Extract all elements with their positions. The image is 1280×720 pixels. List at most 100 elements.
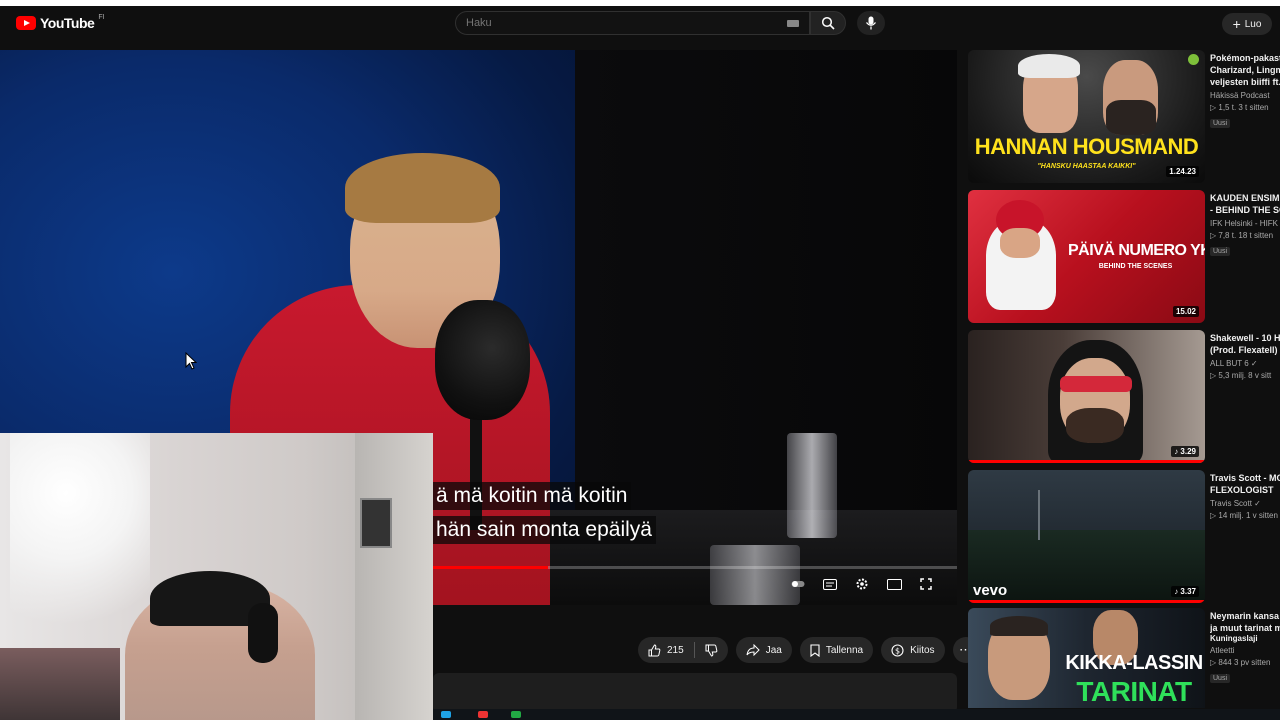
recommendation-channel[interactable]: ALL BUT 6 ✓	[1210, 359, 1280, 368]
thumbs-down-icon	[705, 644, 718, 657]
recommendation-title-line: FLEXOLOGIST	[1210, 485, 1274, 495]
autoplay-toggle-icon[interactable]	[790, 576, 806, 592]
theater-mode-icon[interactable]	[886, 576, 902, 592]
recommendation-title-line: ja muut tarinat m	[1210, 623, 1280, 633]
recommendation-item[interactable]: PÄIVÄ NUMERO YKSI BEHIND THE SCENES 15.0…	[968, 190, 1280, 323]
video-mic-arm	[470, 410, 482, 530]
recommendation-thumbnail[interactable]: ♪ 3.29	[968, 330, 1205, 463]
youtube-play-icon	[16, 16, 36, 30]
subtitle-line-1: ä mä koitin mä koitin	[432, 482, 632, 510]
logo-region: FI	[98, 13, 105, 21]
like-dislike-group: 215	[638, 637, 728, 663]
video-glass	[787, 433, 837, 538]
recommendation-thumbnail[interactable]: vevo ♪ 3.37	[968, 470, 1205, 603]
recommendation-title-line: Neymarin kansa	[1210, 611, 1280, 621]
recommendation-channel[interactable]: Häkissä Podcast	[1210, 91, 1280, 100]
settings-gear-icon[interactable]	[854, 576, 870, 592]
keyboard-icon[interactable]	[787, 20, 799, 27]
webcam-overlay	[0, 433, 433, 720]
dislike-button[interactable]	[695, 637, 728, 663]
recommendation-meta: Pokémon-pakast Charizard, Lingm veljeste…	[1210, 52, 1280, 130]
webcam-cabinet	[355, 433, 433, 720]
recommendation-stats: ▷ 844 3 pv sitten	[1210, 658, 1271, 667]
webcam-headset	[248, 603, 278, 663]
video-duration: ♪ 3.29	[1171, 446, 1199, 457]
video-duration: 15.02	[1172, 306, 1199, 317]
video-person-hair	[345, 153, 500, 223]
recommendation-channel[interactable]: IFK Helsinki - HIFK	[1210, 219, 1280, 228]
taskbar-app-icon[interactable]	[478, 711, 488, 718]
thanks-icon: $	[891, 643, 904, 657]
recommendation-channel[interactable]: Travis Scott ✓	[1210, 499, 1280, 508]
fullscreen-icon[interactable]	[918, 576, 934, 592]
taskbar-app-icon[interactable]	[511, 711, 521, 718]
player-controls	[790, 576, 934, 592]
thanks-button[interactable]: $ Kiitos	[881, 637, 945, 663]
recommendation-item[interactable]: KIKKA-LASSIN TARINAT Neymarin kansa ja m…	[968, 608, 1280, 708]
webcam-shelf	[0, 648, 120, 720]
thumbnail-title: PÄIVÄ NUMERO YKSI	[1068, 242, 1205, 259]
thumbs-up-icon	[648, 643, 661, 656]
video-microphone	[435, 300, 530, 420]
thumbnail-subtitle: TARINAT	[1076, 676, 1192, 707]
share-button[interactable]: Jaa	[735, 637, 792, 663]
recommendation-title-line: Travis Scott - MO	[1210, 473, 1280, 483]
create-label: Luo	[1244, 18, 1262, 30]
recommendation-thumbnail[interactable]: KIKKA-LASSIN TARINAT	[968, 608, 1205, 708]
like-count: 215	[667, 644, 684, 656]
save-button[interactable]: Tallenna	[799, 637, 874, 663]
recommendation-stats: ▷ 5,3 milj. 8 v sitt	[1210, 371, 1272, 380]
video-duration: 1.24.23	[1166, 166, 1199, 177]
logo-text: YouTube	[40, 15, 95, 31]
recommendation-channel[interactable]: Atleetti	[1210, 646, 1280, 655]
share-arrow-icon	[746, 644, 760, 656]
new-badge: Uusi	[1210, 674, 1231, 683]
progress-bar[interactable]	[432, 566, 957, 569]
thumbnail-subtitle: BEHIND THE SCENES	[1098, 263, 1173, 270]
taskbar-app-icon[interactable]	[441, 711, 451, 718]
save-label: Tallenna	[825, 644, 864, 656]
video-actions: 215 Jaa Tallenna $ Kiitos ⋯	[638, 637, 979, 663]
search-icon	[821, 16, 835, 30]
recommendation-channel[interactable]: Kuningaslaji	[1210, 634, 1280, 643]
search-button[interactable]	[810, 11, 846, 35]
video-glass-front	[710, 545, 800, 605]
recommendation-title-line: Charizard, Lingm	[1210, 65, 1280, 75]
recommendation-thumbnail[interactable]: PÄIVÄ NUMERO YKSI BEHIND THE SCENES 15.0…	[968, 190, 1205, 323]
description-box[interactable]	[433, 673, 957, 713]
search-input[interactable]	[466, 12, 766, 34]
svg-text:$: $	[895, 646, 900, 655]
webcam-window-light	[10, 433, 150, 633]
video-duration: ♪ 3.37	[1171, 586, 1199, 597]
create-button[interactable]: + Luo	[1222, 13, 1272, 35]
watched-progress	[968, 600, 1205, 603]
recommendation-stats: ▷ 1,5 t. 3 t sitten	[1210, 103, 1269, 112]
share-label: Jaa	[765, 644, 782, 656]
like-button[interactable]: 215	[638, 637, 694, 663]
thumbnail-title: KIKKA-LASSIN	[1065, 652, 1203, 674]
recommendation-stats: ▷ 7,8 t. 18 t sitten	[1210, 231, 1274, 240]
recommendation-meta: KAUDEN ENSIMM - BEHIND THE SC IFK Helsin…	[1210, 192, 1280, 258]
thanks-label: Kiitos	[910, 644, 935, 656]
recommendation-title-line: veljesten biiffi ft.	[1210, 77, 1280, 87]
recommendation-title-line: - BEHIND THE SC	[1210, 205, 1280, 215]
recommendation-item[interactable]: vevo ♪ 3.37 Travis Scott - MO FLEXOLOGIS…	[968, 470, 1280, 603]
mouse-cursor-icon	[185, 352, 197, 370]
recommendation-item[interactable]: ♪ 3.29 Shakewell - 10 H (Prod. Flexatell…	[968, 330, 1280, 463]
search-box	[455, 11, 810, 35]
watched-progress	[968, 460, 1205, 463]
subtitle-line-2: hän sain monta epäilyä	[432, 516, 656, 544]
webcam-oven	[360, 498, 392, 548]
thumbnail-title: HANNAN HOUSMAND	[974, 134, 1199, 159]
subtitles-icon[interactable]	[822, 576, 838, 592]
voice-search-button[interactable]	[857, 11, 885, 35]
youtube-logo[interactable]: YouTube FI	[16, 13, 105, 31]
vevo-logo: vevo	[973, 582, 1008, 599]
recommendation-item[interactable]: HANNAN HOUSMAND "HANSKU HAASTAA KAIKKI" …	[968, 50, 1280, 183]
plus-icon: +	[1232, 16, 1241, 32]
progress-fill	[432, 566, 548, 569]
recommendation-meta: Neymarin kansa ja muut tarinat m Kuninga…	[1210, 610, 1280, 685]
recommendation-title-line: Shakewell - 10 H	[1210, 333, 1280, 343]
recommendation-thumbnail[interactable]: HANNAN HOUSMAND "HANSKU HAASTAA KAIKKI" …	[968, 50, 1205, 183]
microphone-icon	[865, 16, 877, 30]
